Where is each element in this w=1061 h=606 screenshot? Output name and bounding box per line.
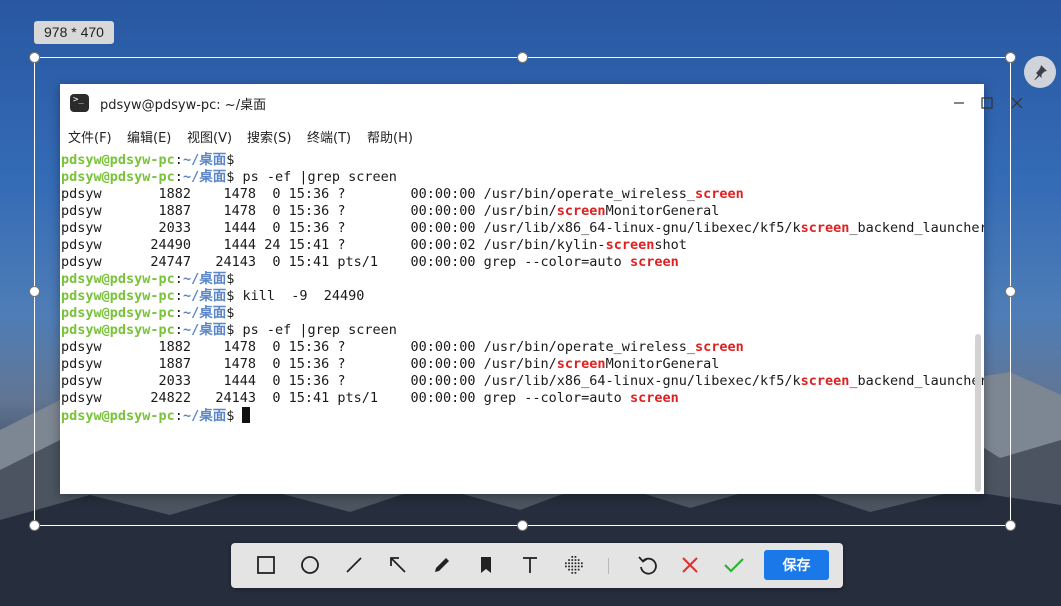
resize-handle-bottom-right[interactable] [1005,520,1016,531]
pin-icon [1034,65,1047,80]
undo-button[interactable] [635,552,661,578]
pin-button[interactable] [1024,56,1056,88]
marker-tool[interactable] [473,552,499,578]
line-tool[interactable] [341,552,367,578]
selection-size-label: 978 * 470 [34,21,114,44]
text-tool[interactable] [517,552,543,578]
selection-rectangle[interactable] [34,57,1011,526]
confirm-icon [724,558,744,573]
resize-handle-bottom[interactable] [517,520,528,531]
pen-icon [435,558,449,572]
resize-handle-bottom-left[interactable] [29,520,40,531]
arrow-icon [390,557,406,573]
ellipse-tool[interactable] [297,552,323,578]
mosaic-tool[interactable] [561,552,587,578]
marker-icon [481,557,491,573]
cancel-button[interactable] [677,552,703,578]
resize-handle-right[interactable] [1005,286,1016,297]
arrow-tool[interactable] [385,552,411,578]
close-icon [1011,97,1023,109]
undo-icon [638,556,657,575]
confirm-button[interactable] [721,552,747,578]
line-icon [346,557,362,573]
cancel-icon [682,557,698,573]
mosaic-icon [565,556,583,574]
rectangle-icon [257,556,275,574]
save-button[interactable]: 保存 [764,550,829,580]
pen-tool[interactable] [429,552,455,578]
annotation-toolbar: 保存 [231,543,843,588]
resize-handle-left[interactable] [29,286,40,297]
ellipse-icon [301,556,319,574]
text-icon [523,557,537,573]
toolbar-separator [608,558,609,574]
resize-handle-top-right[interactable] [1005,52,1016,63]
resize-handle-top-left[interactable] [29,52,40,63]
resize-handle-top[interactable] [517,52,528,63]
rectangle-tool[interactable] [253,552,279,578]
